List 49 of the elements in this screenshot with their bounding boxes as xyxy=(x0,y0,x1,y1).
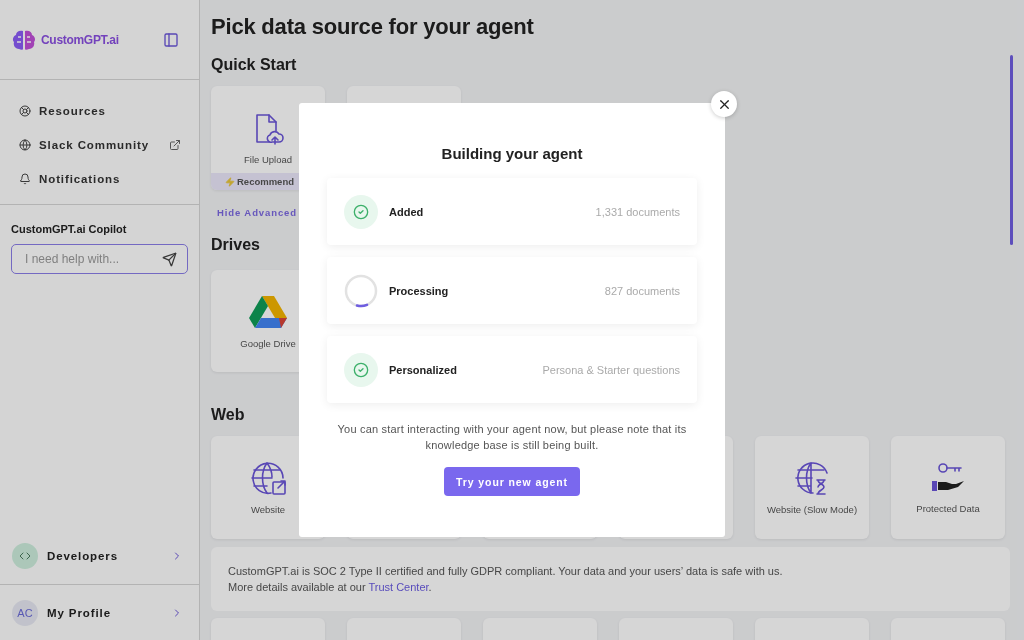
send-icon[interactable] xyxy=(162,251,177,267)
scrollbar[interactable] xyxy=(1010,55,1013,245)
globe-icon xyxy=(19,139,31,151)
check-icon xyxy=(344,352,378,387)
sidebar-item[interactable]: Developers xyxy=(0,528,199,584)
step-label: Added xyxy=(389,205,425,218)
section-heading: Quick Start xyxy=(211,56,298,74)
compliance-notice: CustomGPT.ai is SOC 2 Type II certified and fully GDPR compliant. Your data and your users’ data is safe with us. More details available at our Trust Center. xyxy=(211,547,1010,611)
card-label: Website (Slow Mode) xyxy=(766,504,858,515)
nav-item[interactable]: Slack Community xyxy=(0,128,199,162)
modal-title: Building your agent xyxy=(441,145,583,162)
globe-hourglass-icon xyxy=(793,460,831,496)
globe-link-icon xyxy=(249,460,287,496)
sidebar-toggle-icon[interactable] xyxy=(163,31,179,48)
source-card[interactable]: Website (Slow Mode) xyxy=(755,436,869,539)
try-agent-button[interactable]: Try your new agent xyxy=(444,467,580,496)
step-detail: Persona & Starter questions xyxy=(542,363,680,376)
bell-icon xyxy=(19,173,31,185)
step-label: Processing xyxy=(389,284,450,297)
nav-item[interactable]: Notifications xyxy=(0,162,199,196)
copilot-label: CustomGPT.ai Copilot xyxy=(11,223,128,235)
brain-logo-icon xyxy=(12,28,36,51)
logo-text: CustomGPT.ai xyxy=(41,32,119,47)
copilot-input[interactable]: I need help with... xyxy=(11,244,188,274)
spinner-icon xyxy=(344,273,378,308)
step-detail: 827 documents xyxy=(604,284,680,297)
close-button[interactable] xyxy=(711,91,737,117)
card-label: Google Drive xyxy=(240,337,296,349)
external-link-icon xyxy=(169,139,181,151)
lifebuoy-icon xyxy=(19,105,31,117)
google-drive-icon xyxy=(248,293,288,330)
copilot-text-input[interactable]: I need help with... xyxy=(23,251,162,267)
section-heading: Drives xyxy=(211,236,261,254)
check-icon xyxy=(344,194,378,229)
page-title: Pick data source for your agent xyxy=(211,14,535,40)
section-heading: Web xyxy=(211,406,246,424)
trust-center-link[interactable]: Trust Center xyxy=(368,581,429,593)
card-label: File Upload xyxy=(243,154,293,165)
step-detail: 1,331 documents xyxy=(595,205,680,218)
nav-item[interactable]: Resources xyxy=(0,94,199,128)
lightning-icon xyxy=(225,176,235,187)
card-label: Website xyxy=(250,504,286,515)
modal-note: You can start interacting with your agent now, but please note that its knowledge base is still being built. xyxy=(336,422,688,453)
step-label: Personalized xyxy=(389,363,458,376)
avatar: AC xyxy=(12,599,38,626)
card-label: Protected Data xyxy=(916,503,980,514)
code-icon xyxy=(12,543,38,569)
source-card[interactable]: Protected Data xyxy=(891,436,1005,539)
sidebar-item[interactable]: AC My Profile xyxy=(0,584,199,640)
